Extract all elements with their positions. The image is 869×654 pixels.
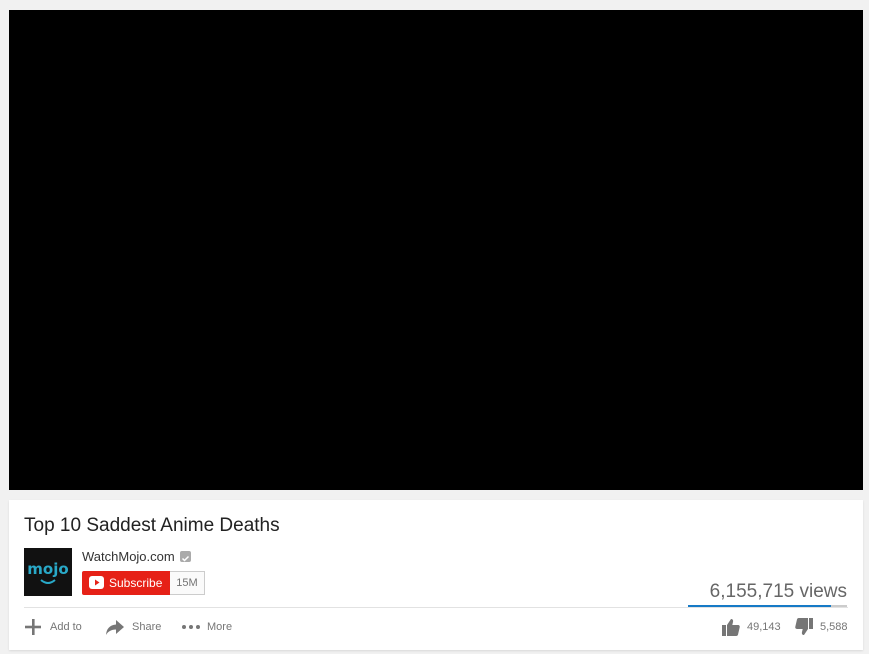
thumbs-down-icon xyxy=(795,618,813,636)
channel-avatar[interactable]: mojo xyxy=(24,548,72,596)
video-player[interactable] xyxy=(9,10,863,490)
subscribe-button[interactable]: Subscribe xyxy=(82,571,170,595)
share-arrow-icon xyxy=(105,619,125,635)
like-button[interactable]: 49,143 xyxy=(722,615,781,639)
divider xyxy=(24,607,848,608)
mojo-logo-icon: mojo xyxy=(24,548,72,596)
more-button[interactable]: More xyxy=(181,615,232,639)
add-to-label: Add to xyxy=(50,621,82,633)
thumbs-up-icon xyxy=(722,618,740,636)
more-dots-icon xyxy=(181,624,201,630)
view-count: 6,155,715 views xyxy=(709,581,847,602)
plus-icon xyxy=(24,618,42,636)
add-to-button[interactable]: Add to xyxy=(24,615,82,639)
video-title: Top 10 Saddest Anime Deaths xyxy=(24,515,280,536)
youtube-play-icon xyxy=(89,576,104,589)
channel-name[interactable]: WatchMojo.com xyxy=(82,549,175,564)
dislike-count: 5,588 xyxy=(820,621,848,633)
share-label: Share xyxy=(132,621,162,633)
like-count: 49,143 xyxy=(747,621,781,633)
dislike-button[interactable]: 5,588 xyxy=(795,615,848,639)
subscribe-label: Subscribe xyxy=(109,576,163,590)
more-label: More xyxy=(207,621,233,633)
video-info-card: Top 10 Saddest Anime Deaths mojo WatchMo… xyxy=(9,500,863,650)
subscriber-count: 15M xyxy=(170,571,205,595)
verified-check-icon xyxy=(180,551,191,562)
share-button[interactable]: Share xyxy=(105,615,161,639)
avatar-logo-text: mojo xyxy=(27,560,68,578)
